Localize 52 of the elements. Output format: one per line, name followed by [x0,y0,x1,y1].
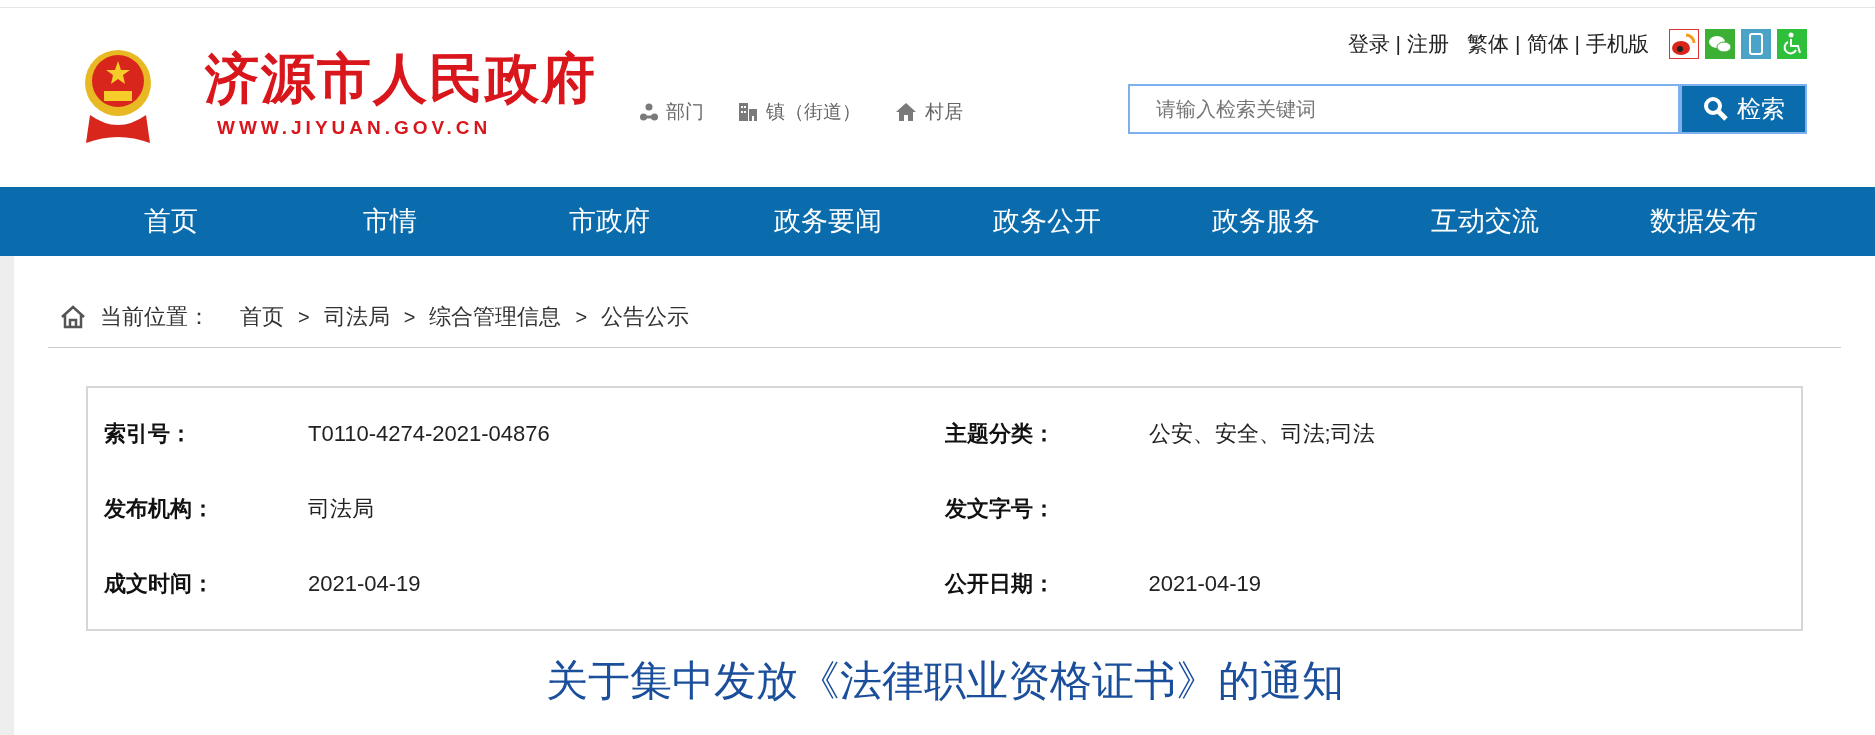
info-label: 索引号： [104,420,193,448]
nav-item[interactable]: 市情 [280,187,500,256]
breadcrumb-link[interactable]: 首页 [240,300,284,333]
nav-item[interactable]: 政务要闻 [718,187,938,256]
info-value: 司法局 [308,495,374,523]
nav-item[interactable]: 政务公开 [937,187,1157,256]
info-value: 2021-04-19 [308,570,421,598]
info-value: T0110-4274-2021-04876 [308,420,550,448]
top-link[interactable]: 注册 [1407,28,1450,60]
info-label: 主题分类： [944,420,1056,448]
info-label: 成文时间： [104,570,215,598]
quick-link[interactable]: 部门 [640,98,704,127]
info-label: 发布机构： [104,495,215,523]
info-label: 公开日期： [944,570,1056,598]
top-link[interactable]: 登录 [1347,28,1390,60]
info-label: 发文字号： [944,495,1056,523]
home-icon [60,303,86,330]
site-url: WWW.JIYUAN.GOV.CN [217,116,493,140]
link-separator: | [1395,31,1402,57]
weibo-icon[interactable] [1669,28,1699,59]
nav-item[interactable]: 市政府 [499,187,719,256]
breadcrumb-label: 当前位置： [100,303,210,331]
buildings-icon [738,102,758,123]
breadcrumb-link[interactable]: 综合管理信息 [429,300,562,333]
house-icon [895,102,917,123]
quick-link[interactable]: 镇（街道） [738,98,861,127]
search-button[interactable]: 检索 [1680,84,1807,134]
phone-icon[interactable] [1741,28,1771,59]
info-value: 公安、安全、司法;司法 [1148,420,1375,448]
breadcrumb-link[interactable]: 司法局 [323,300,390,333]
link-separator: | [1574,31,1580,57]
breadcrumb-separator: > [403,304,416,330]
breadcrumb-link[interactable]: 公告公示 [601,300,690,333]
top-link[interactable]: 手机版 [1586,28,1649,60]
nav-item[interactable]: 数据发布 [1594,187,1813,256]
nav-item[interactable]: 互动交流 [1375,187,1595,256]
breadcrumb-separator: > [298,304,310,330]
quick-link[interactable]: 村居 [895,98,963,127]
article-title: 关于集中发放《法律职业资格证书》的通知 [545,656,1344,706]
wheelchair-icon[interactable] [1777,28,1807,59]
nav-item[interactable]: 政务服务 [1156,187,1376,256]
link-separator: | [1515,31,1521,57]
info-value: 2021-04-19 [1148,570,1262,598]
search-icon [1702,96,1729,122]
top-link[interactable]: 简体 [1526,28,1569,60]
breadcrumb-separator: > [575,304,588,330]
site-name: 济源市人民政府 [205,48,597,108]
nav-item[interactable]: 首页 [62,187,281,256]
wechat-icon[interactable] [1705,28,1735,59]
search-field[interactable]: 请输入检索关键词 [1128,84,1680,134]
top-link[interactable]: 繁体 [1467,28,1510,60]
network-icon [640,103,658,122]
